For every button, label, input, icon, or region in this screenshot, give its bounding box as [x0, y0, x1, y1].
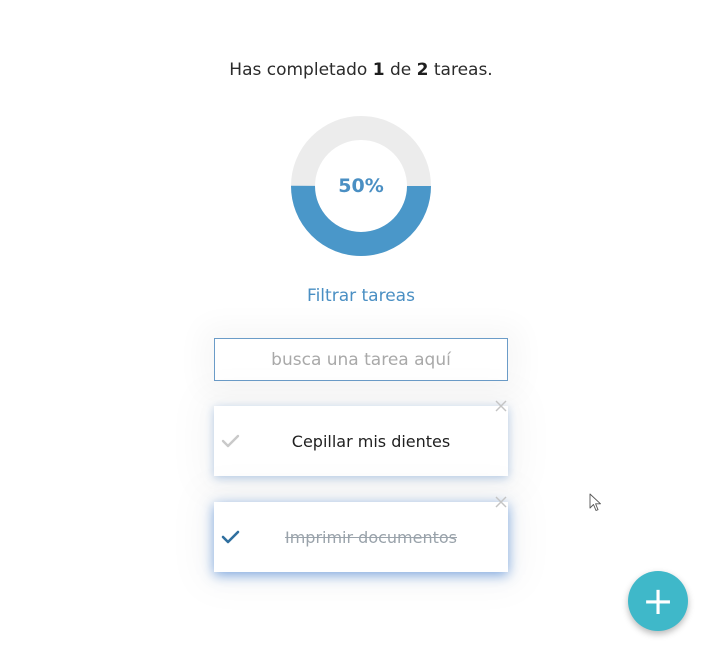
todo-text: Cepillar mis dientes: [291, 431, 451, 451]
check-icon[interactable]: [220, 528, 242, 546]
todo-item[interactable]: Imprimir documentos: [214, 496, 508, 572]
summary-middle: de: [389, 60, 412, 80]
plus-icon: +: [642, 579, 674, 623]
close-icon[interactable]: [494, 399, 508, 413]
progress-percent: 50%: [338, 175, 384, 197]
filter-title: Filtrar tareas: [307, 286, 415, 306]
todo-text: Imprimir documentos: [284, 527, 458, 547]
check-icon[interactable]: [220, 432, 242, 450]
completed-count: 1: [372, 60, 385, 80]
todo-item[interactable]: Cepillar mis dientes: [214, 400, 508, 476]
completion-summary: Has completado 1 de 2 tareas.: [0, 60, 722, 80]
mouse-cursor-icon: [589, 493, 601, 511]
summary-suffix: tareas.: [433, 60, 493, 80]
progress-donut: 50%: [291, 116, 431, 256]
search-input[interactable]: [214, 338, 508, 381]
summary-prefix: Has completado: [229, 60, 368, 80]
close-icon[interactable]: [494, 495, 508, 509]
total-count: 2: [416, 60, 429, 80]
todo-app: Has completado 1 de 2 tareas. 50% Filtra…: [0, 0, 722, 664]
add-task-button[interactable]: +: [628, 571, 688, 631]
